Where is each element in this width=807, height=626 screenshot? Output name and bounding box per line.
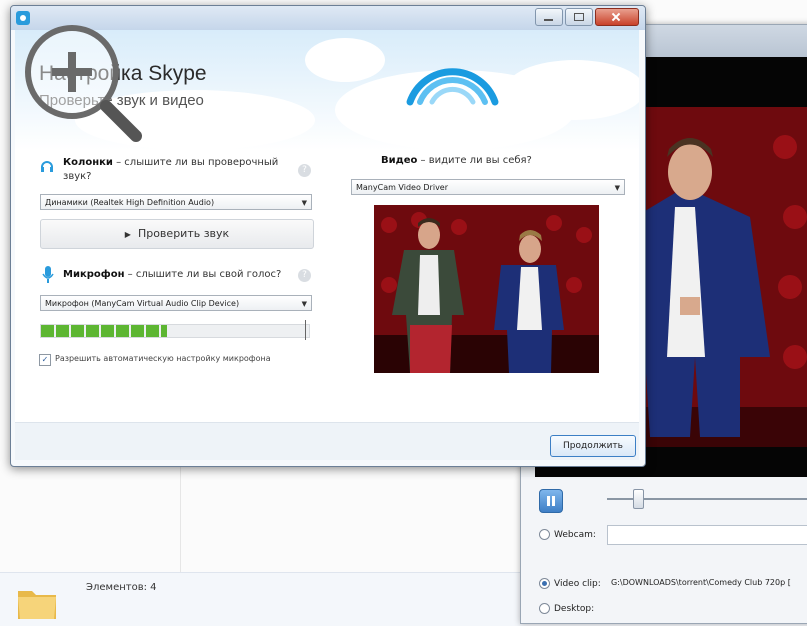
video-clip-radio[interactable] — [539, 578, 550, 589]
dialog-footer — [15, 422, 639, 460]
clip-path: G:\DOWNLOADS\torrent\Comedy Club 720p [ — [611, 578, 791, 587]
player-controls: Webcam: Video clip: G:\DOWNLOADS\torrent… — [521, 477, 807, 623]
maximize-button[interactable] — [565, 8, 593, 26]
play-icon: ▶ — [124, 230, 131, 239]
seek-thumb[interactable] — [633, 489, 645, 509]
microphone-icon — [42, 266, 54, 283]
speakers-device: Динамики (Realtek High Definition Audio) — [45, 198, 215, 207]
speakers-label: Колонки – слышите ли вы проверочный звук… — [63, 156, 293, 184]
microphone-title: Микрофон — [63, 269, 125, 280]
video-question: – видите ли вы себя? — [417, 155, 532, 166]
folder-icon[interactable] — [16, 583, 58, 621]
chevron-down-icon: ▼ — [301, 300, 307, 308]
speakers-select[interactable]: Динамики (Realtek High Definition Audio)… — [40, 194, 312, 210]
magnifier-icon[interactable] — [20, 20, 160, 160]
source-desktop[interactable]: Desktop: — [539, 603, 594, 614]
microphone-select[interactable]: Микрофон (ManyCam Virtual Audio Clip Dev… — [40, 295, 312, 311]
minimize-button[interactable] — [535, 8, 563, 26]
video-label: Видео – видите ли вы себя? — [381, 154, 532, 168]
continue-button[interactable]: Продолжить — [550, 435, 636, 457]
video-preview-image — [374, 205, 599, 373]
video-title: Видео — [381, 155, 418, 166]
source-video-clip[interactable]: Video clip: — [539, 578, 601, 589]
chevron-down-icon: ▼ — [614, 184, 620, 192]
microphone-help-icon[interactable]: ? — [298, 269, 311, 282]
video-clip-label: Video clip: — [554, 578, 601, 589]
close-button[interactable] — [595, 8, 639, 26]
source-webcam[interactable]: Webcam: — [539, 529, 596, 540]
chevron-down-icon: ▼ — [301, 199, 307, 207]
video-device: ManyCam Video Driver — [356, 183, 449, 192]
video-preview — [374, 205, 599, 373]
pause-icon[interactable] — [539, 489, 563, 513]
microphone-label: Микрофон – слышите ли вы свой голос? — [63, 268, 303, 282]
webcam-radio[interactable] — [539, 529, 550, 540]
microphone-level-meter — [40, 324, 310, 338]
auto-mic-label: Разрешить автоматическую настройку микро… — [55, 354, 271, 363]
webcam-label: Webcam: — [554, 529, 596, 540]
microphone-level-fill — [41, 325, 167, 337]
auto-mic-checkbox[interactable]: ✓ — [39, 354, 51, 366]
items-count: Элементов: 4 — [86, 582, 157, 593]
webcam-field[interactable] — [607, 525, 807, 545]
desktop-label: Desktop: — [554, 603, 595, 614]
microphone-device: Микрофон (ManyCam Virtual Audio Clip Dev… — [45, 299, 240, 308]
test-sound-button[interactable]: ▶ Проверить звук — [40, 219, 314, 249]
meter-threshold-mark — [305, 320, 306, 340]
speakers-help-icon[interactable]: ? — [298, 164, 311, 177]
desktop-radio[interactable] — [539, 603, 550, 614]
video-select[interactable]: ManyCam Video Driver ▼ — [351, 179, 625, 195]
headphones-icon — [41, 161, 53, 172]
test-sound-label: Проверить звук — [137, 227, 230, 240]
microphone-question: – слышите ли вы свой голос? — [124, 269, 282, 280]
